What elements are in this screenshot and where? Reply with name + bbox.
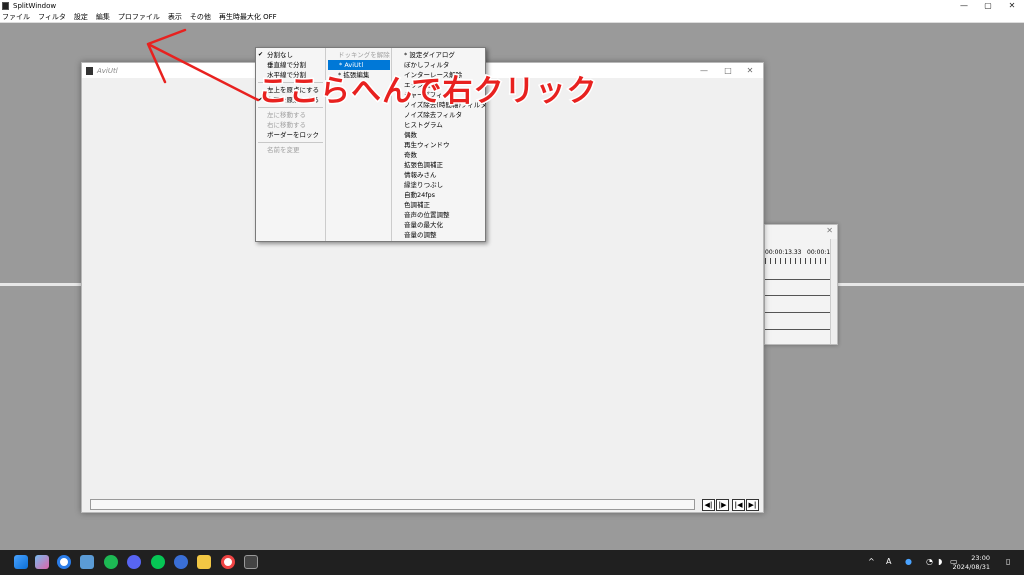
ime-indicator[interactable]: A xyxy=(886,557,891,566)
clock-date: 2024/08/31 xyxy=(952,563,990,571)
app-icon[interactable] xyxy=(80,555,94,569)
app-tray-icon[interactable]: ● xyxy=(905,557,912,566)
volume-icon[interactable]: ◗ xyxy=(938,557,942,566)
taskbar: ^ A ● ◔ ◗ ▭ 23:00 2024/08/31 ▯ xyxy=(0,550,1024,575)
copilot-icon[interactable] xyxy=(35,555,49,569)
wifi-icon[interactable]: ◔ xyxy=(926,557,933,566)
clock-time: 23:00 xyxy=(971,554,990,562)
folder-icon[interactable] xyxy=(197,555,211,569)
notification-icon[interactable]: ▯ xyxy=(1006,557,1010,566)
start-icon[interactable] xyxy=(14,555,28,569)
spotify-icon[interactable] xyxy=(104,555,118,569)
discord-icon[interactable] xyxy=(127,555,141,569)
tray-chevron-icon[interactable]: ^ xyxy=(868,557,875,566)
annotation-text: ここらへんで右クリック xyxy=(257,73,598,111)
chrome-icon[interactable] xyxy=(57,555,71,569)
aviutl-taskbar-icon[interactable] xyxy=(244,555,258,569)
clock[interactable]: 23:00 2024/08/31 xyxy=(953,554,990,572)
line-icon[interactable] xyxy=(151,555,165,569)
chrome-icon[interactable] xyxy=(221,555,235,569)
app-icon[interactable] xyxy=(174,555,188,569)
